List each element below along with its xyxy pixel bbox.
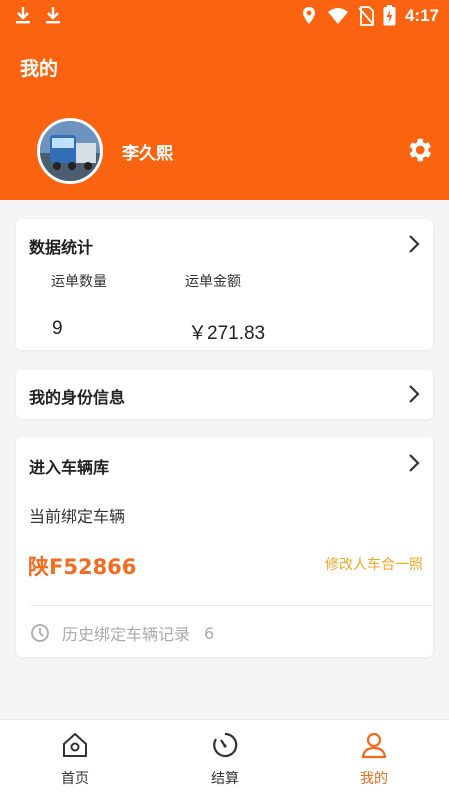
waybill-count-value: 9 <box>52 318 63 339</box>
stats-card-title: 数据统计 <box>29 238 94 257</box>
history-vehicles-row[interactable]: 历史绑定车辆记录 6 <box>30 621 214 645</box>
truck-photo <box>40 121 100 181</box>
tab-mine-label: 我的 <box>360 771 388 787</box>
current-vehicle-label: 当前绑定车辆 <box>29 507 126 526</box>
tab-mine[interactable]: 我的 <box>299 720 449 800</box>
home-icon <box>63 732 87 757</box>
chevron-right-icon <box>409 235 420 253</box>
person-icon <box>361 732 387 759</box>
identity-card[interactable]: 我的身份信息 <box>16 370 433 419</box>
modify-photo-link[interactable]: 修改人车合一照 <box>325 554 423 574</box>
profile-header: 4:17 我的 李久熙 <box>0 0 449 200</box>
battery-charging-icon <box>383 5 396 26</box>
vehicle-card: 进入车辆库 当前绑定车辆 陕F52866 修改人车合一照 历史绑定车辆记录 6 <box>16 437 433 657</box>
tab-home-label: 首页 <box>61 771 89 787</box>
location-icon <box>302 6 315 24</box>
license-plate: 陕F52866 <box>28 555 137 579</box>
timer-icon <box>213 732 238 758</box>
tab-settlement-label: 结算 <box>211 771 239 787</box>
vehicle-library-link[interactable]: 进入车辆库 <box>29 454 109 478</box>
clock-icon <box>31 624 49 642</box>
bottom-tab-bar: 首页 结算 我的 <box>0 719 449 800</box>
divider <box>29 605 433 606</box>
waybill-amount-label: 运单金额 <box>185 274 241 290</box>
history-count: 6 <box>204 623 215 643</box>
chevron-right-icon <box>409 385 420 403</box>
identity-card-title: 我的身份信息 <box>29 388 126 407</box>
page-title: 我的 <box>20 58 59 80</box>
clock-time: 4:17 <box>404 5 439 25</box>
avatar[interactable] <box>37 118 103 184</box>
download-icon <box>46 7 60 24</box>
chevron-right-icon[interactable] <box>407 453 421 473</box>
no-sim-icon <box>358 5 374 26</box>
waybill-amount-value: ￥271.83 <box>188 323 266 344</box>
history-label: 历史绑定车辆记录 <box>62 625 191 644</box>
tab-home[interactable]: 首页 <box>0 720 150 800</box>
download-icon <box>16 7 30 24</box>
wifi-icon <box>327 7 348 24</box>
user-name: 李久熙 <box>122 144 173 164</box>
gear-icon[interactable] <box>404 135 434 165</box>
tab-settlement[interactable]: 结算 <box>150 720 300 800</box>
waybill-count-label: 运单数量 <box>51 274 107 290</box>
status-bar: 4:17 <box>0 0 449 32</box>
stats-card[interactable]: 数据统计 运单数量 运单金额 9 ￥271.83 <box>16 219 433 350</box>
